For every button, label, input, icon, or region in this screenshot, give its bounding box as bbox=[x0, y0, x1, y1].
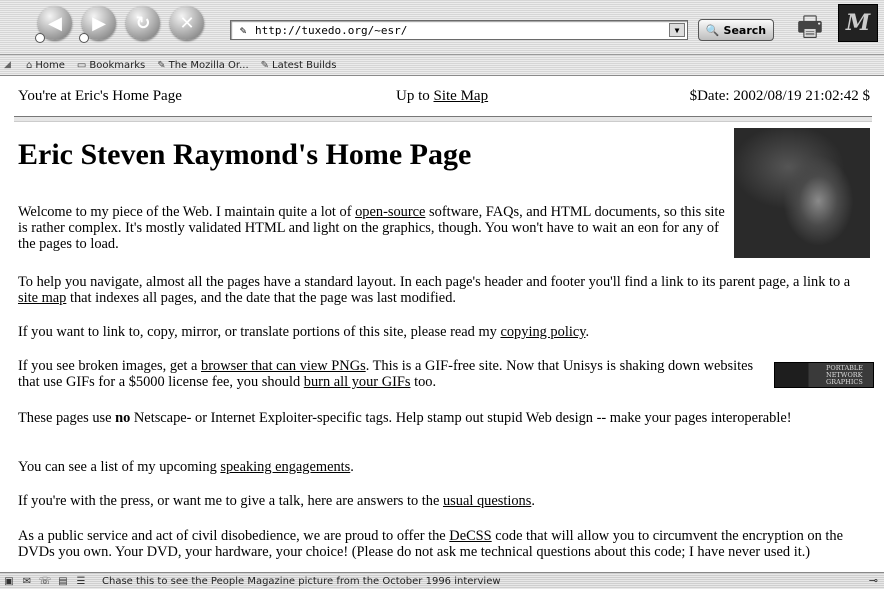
text: . bbox=[585, 324, 590, 340]
text: If you want to link to, copy, mirror, or… bbox=[18, 324, 501, 340]
up-prefix: Up to bbox=[396, 88, 434, 104]
text: To help you navigate, almost all the pag… bbox=[18, 274, 851, 290]
bookmark-icon: ✎ bbox=[260, 59, 270, 71]
mozilla-throbber-icon[interactable]: M bbox=[838, 4, 878, 42]
text: Welcome to my piece of the Web. I mainta… bbox=[18, 204, 356, 220]
up-link-container: Up to Site Map bbox=[396, 88, 488, 105]
paragraph-welcome: Welcome to my piece of the Web. I mainta… bbox=[18, 204, 730, 252]
address-book-icon[interactable]: ☰ bbox=[72, 576, 90, 587]
toolbar-item-label: Bookmarks bbox=[89, 59, 146, 71]
personal-toolbar: ◢ ⌂ Home ▭ Bookmarks ✎ The Mozilla Or...… bbox=[0, 55, 884, 76]
paragraph-speaking: You can see a list of my upcoming speaki… bbox=[18, 459, 870, 475]
url-history-dropdown-icon[interactable]: ▼ bbox=[669, 23, 685, 37]
header-divider bbox=[14, 116, 872, 122]
url-text[interactable]: http://tuxedo.org/~esr/ bbox=[251, 24, 669, 37]
forward-icon[interactable]: ▶ bbox=[79, 6, 116, 43]
paragraph-png: If you see broken images, get a browser … bbox=[18, 358, 764, 390]
location-text: You're at Eric's Home Page bbox=[18, 88, 182, 104]
paragraph-copying: If you want to link to, copy, mirror, or… bbox=[18, 324, 870, 340]
copying-policy-link[interactable]: copying policy bbox=[500, 324, 585, 340]
emphasis-text: no bbox=[115, 410, 131, 426]
toolbar-item-label: The Mozilla Or... bbox=[168, 59, 249, 71]
png-badge-line: GRAPHICS bbox=[826, 377, 863, 386]
text: You can see a list of my upcoming bbox=[18, 459, 221, 475]
text: These pages use bbox=[18, 410, 116, 426]
text: If you see broken images, get a bbox=[18, 358, 202, 374]
folder-icon: ▭ bbox=[76, 59, 87, 71]
status-bar: ▣ ✉ ☏ ▤ ☰ Chase this to see the People M… bbox=[0, 572, 884, 589]
toolbar-grip-icon[interactable]: ◢ bbox=[4, 60, 14, 70]
last-modified-date: $Date: 2002/08/19 21:02:42 $ bbox=[689, 88, 870, 104]
png-logo-badge[interactable]: PORTABLE NETWORK GRAPHICS bbox=[774, 362, 874, 388]
reload-icon[interactable]: ↻ bbox=[126, 6, 160, 40]
bookmark-icon: ✎ bbox=[157, 59, 166, 71]
page-title: Eric Steven Raymond's Home Page bbox=[18, 138, 472, 171]
composer-icon[interactable]: ▤ bbox=[54, 576, 72, 587]
page-proxy-icon: ✎ bbox=[239, 23, 247, 37]
back-icon[interactable]: ◀ bbox=[35, 6, 72, 43]
toolbar-item-mozilla-org[interactable]: ✎ The Mozilla Or... bbox=[157, 60, 248, 71]
mail-icon[interactable]: ✉ bbox=[18, 576, 36, 587]
decss-link[interactable]: DeCSS bbox=[449, 528, 491, 544]
toolbar-item-label: Home bbox=[35, 59, 65, 71]
home-icon: ⌂ bbox=[26, 59, 33, 71]
toolbar-item-bookmarks[interactable]: ▭ Bookmarks bbox=[77, 60, 145, 71]
site-map-body-link[interactable]: site map bbox=[18, 290, 66, 306]
toolbar-item-latest-builds[interactable]: ✎ Latest Builds bbox=[261, 60, 337, 71]
status-text: Chase this to see the People Magazine pi… bbox=[102, 575, 501, 587]
paragraph-decss: As a public service and act of civil dis… bbox=[18, 528, 870, 560]
paragraph-press: If you're with the press, or want me to … bbox=[18, 493, 870, 509]
toolbar-item-home[interactable]: ⌂ Home bbox=[26, 60, 65, 71]
text: As a public service and act of civil dis… bbox=[18, 528, 450, 544]
text: too. bbox=[410, 374, 437, 390]
stop-icon[interactable]: ✕ bbox=[170, 6, 204, 40]
author-photo[interactable] bbox=[734, 128, 870, 258]
url-field[interactable]: ✎ http://tuxedo.org/~esr/ ▼ bbox=[230, 20, 688, 40]
search-button-label: Search bbox=[723, 23, 767, 37]
navigation-toolbar: ◀ ▶ ↻ ✕ ✎ http://tuxedo.org/~esr/ ▼ 🔍 Se… bbox=[0, 0, 884, 55]
site-map-link[interactable]: Site Map bbox=[434, 88, 489, 104]
text: Netscape- or Internet Exploiter-specific… bbox=[130, 410, 792, 426]
speaking-engagements-link[interactable]: speaking engagements bbox=[220, 459, 350, 475]
paragraph-navigation: To help you navigate, almost all the pag… bbox=[18, 274, 870, 306]
text: . bbox=[531, 493, 535, 509]
toolbar-item-label: Latest Builds bbox=[272, 59, 337, 71]
page-content: You're at Eric's Home Page Up to Site Ma… bbox=[0, 76, 884, 572]
text: . bbox=[350, 459, 354, 475]
chat-icon[interactable]: ☏ bbox=[36, 576, 54, 587]
navigator-icon[interactable]: ▣ bbox=[0, 576, 18, 587]
png-browser-link[interactable]: browser that can view PNGs bbox=[201, 358, 366, 374]
paragraph-interoperable: These pages use no Netscape- or Internet… bbox=[18, 410, 870, 426]
search-icon: 🔍 bbox=[705, 23, 720, 37]
usual-questions-link[interactable]: usual questions bbox=[443, 493, 531, 509]
search-button[interactable]: 🔍 Search bbox=[698, 19, 774, 41]
text: If you're with the press, or want me to … bbox=[18, 493, 443, 509]
security-lock-icon[interactable]: ⊸ bbox=[869, 574, 878, 587]
open-source-link[interactable]: open-source bbox=[355, 204, 425, 220]
text: that indexes all pages, and the date tha… bbox=[66, 290, 456, 306]
print-icon[interactable]: 🖶 bbox=[788, 6, 832, 43]
burn-all-gifs-link[interactable]: burn all your GIFs bbox=[304, 374, 411, 390]
